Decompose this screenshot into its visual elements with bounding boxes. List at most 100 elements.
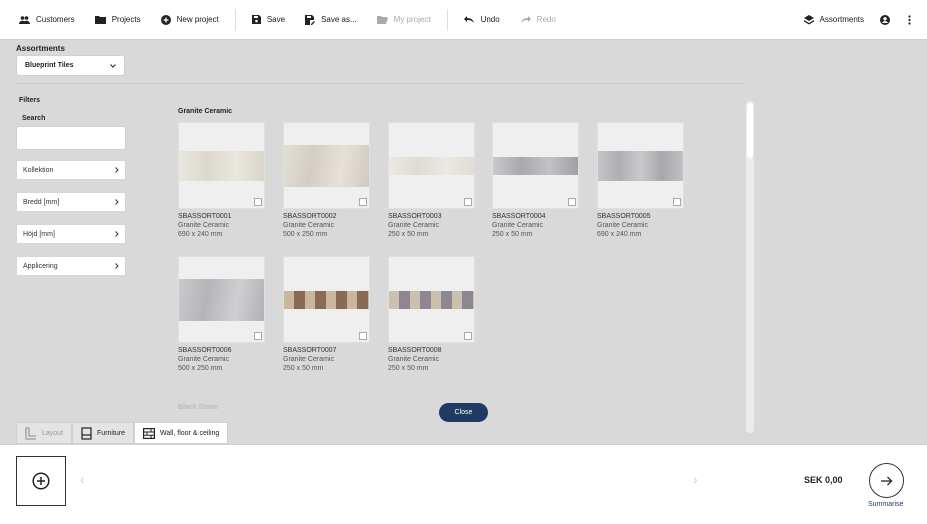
select-checkbox[interactable]	[359, 198, 367, 206]
filter-bredd[interactable]: Bredd [mm]	[16, 192, 126, 212]
filters-heading: Filters	[19, 97, 41, 104]
tile-size: 250 x 50 mm	[492, 231, 533, 238]
people-icon	[19, 15, 30, 24]
tile-swatch	[493, 157, 578, 175]
folder-open-icon	[376, 16, 388, 24]
tile-swatch	[389, 291, 474, 309]
top-toolbar: Customers Projects New project Save Save…	[0, 0, 927, 40]
tile-size: 690 x 240 mm	[178, 231, 223, 238]
chevron-right-icon	[115, 199, 119, 205]
arrow-right-icon	[880, 476, 892, 485]
tile-card[interactable]: SBASSORT0008 Granite Ceramic 250 x 50 mm	[388, 256, 475, 373]
tile-code: SBASSORT0002	[283, 213, 337, 220]
save-as-label: Save as...	[321, 15, 357, 24]
assortment-select[interactable]: Blueprint Tiles	[16, 55, 125, 76]
layout-icon	[25, 426, 36, 440]
summarise-button[interactable]	[869, 463, 904, 498]
tile-image	[492, 122, 579, 209]
select-checkbox[interactable]	[673, 198, 681, 206]
tile-card[interactable]: SBASSORT0007 Granite Ceramic 250 x 50 mm	[283, 256, 370, 373]
search-label: Search	[22, 115, 46, 122]
tile-image	[597, 122, 684, 209]
furniture-icon	[81, 426, 92, 440]
folder-icon	[94, 16, 106, 24]
select-checkbox[interactable]	[568, 198, 576, 206]
save-as-icon	[305, 14, 316, 25]
tile-card[interactable]: SBASSORT0005 Granite Ceramic 690 x 240 m…	[597, 122, 684, 239]
tile-swatch	[598, 151, 683, 181]
tile-collection: Granite Ceramic	[178, 356, 229, 363]
tile-swatch	[179, 279, 264, 321]
scrollbar-thumb[interactable]	[747, 103, 753, 158]
select-checkbox[interactable]	[359, 332, 367, 340]
add-circle-icon	[160, 14, 171, 25]
redo-button[interactable]: Redo	[510, 0, 566, 40]
save-as-button[interactable]: Save as...	[295, 0, 367, 40]
total-price: SEK 0,00	[804, 475, 843, 485]
tile-collection: Granite Ceramic	[388, 222, 439, 229]
filter-hojd[interactable]: Höjd [mm]	[16, 224, 126, 244]
chevron-right-icon[interactable]: ›	[693, 471, 698, 487]
chevron-right-icon	[115, 231, 119, 237]
tile-image	[283, 122, 370, 209]
layers-icon	[803, 14, 814, 24]
redo-label: Redo	[536, 15, 556, 24]
redo-icon	[520, 16, 531, 23]
select-checkbox[interactable]	[464, 198, 472, 206]
summarise-label[interactable]: Summarise	[868, 501, 903, 508]
tile-collection: Granite Ceramic	[283, 222, 334, 229]
undo-icon	[463, 16, 474, 23]
filter-applicering[interactable]: Applicering	[16, 256, 126, 276]
my-project-button[interactable]: My project	[367, 0, 441, 40]
select-checkbox[interactable]	[254, 198, 262, 206]
toolbar-divider	[446, 8, 448, 31]
add-circle-outline-icon	[32, 472, 50, 490]
customers-label: Customers	[36, 15, 75, 24]
tile-size: 500 x 250 mm	[283, 231, 328, 238]
tile-card[interactable]: SBASSORT0002 Granite Ceramic 500 x 250 m…	[283, 122, 370, 239]
undo-button[interactable]: Undo	[454, 0, 510, 40]
tab-furniture[interactable]: Furniture	[72, 422, 135, 444]
add-item-button[interactable]	[16, 456, 66, 506]
filter-kollektion[interactable]: Kollektion	[16, 160, 126, 180]
tile-size: 250 x 50 mm	[388, 365, 429, 372]
customers-button[interactable]: Customers	[0, 0, 85, 40]
tile-image	[388, 122, 475, 209]
more-menu-button[interactable]	[902, 0, 927, 40]
tile-code: SBASSORT0008	[388, 347, 442, 354]
tile-card[interactable]: SBASSORT0001 Granite Ceramic 690 x 240 m…	[178, 122, 265, 239]
tile-code: SBASSORT0003	[388, 213, 442, 220]
tile-size: 250 x 50 mm	[283, 365, 324, 372]
wall-tiles-icon	[143, 427, 156, 439]
assortments-label: Assortments	[819, 15, 864, 24]
divider	[16, 83, 744, 84]
tile-swatch	[284, 291, 369, 309]
tile-swatch	[179, 151, 264, 181]
assortments-button[interactable]: Assortments	[794, 0, 874, 40]
chevron-left-icon[interactable]: ‹	[80, 471, 85, 487]
tile-card[interactable]: SBASSORT0004 Granite Ceramic 250 x 50 mm	[492, 122, 579, 239]
next-section-title: Black Stone	[178, 404, 219, 411]
projects-button[interactable]: Projects	[85, 0, 151, 40]
tab-layout[interactable]: Layout	[16, 422, 73, 444]
tile-image	[283, 256, 370, 343]
more-vertical-icon	[908, 14, 911, 25]
tile-collection: Granite Ceramic	[178, 222, 229, 229]
tab-wall-floor-ceiling[interactable]: Wall, floor & ceiling	[134, 422, 229, 444]
search-input[interactable]	[16, 126, 126, 150]
select-checkbox[interactable]	[464, 332, 472, 340]
assortment-select-value: Blueprint Tiles	[25, 62, 74, 69]
close-button[interactable]: Close	[439, 403, 488, 422]
new-project-label: New project	[176, 15, 219, 24]
account-icon	[880, 14, 890, 25]
tile-code: SBASSORT0004	[492, 213, 546, 220]
tile-size: 250 x 50 mm	[388, 231, 429, 238]
tile-card[interactable]: SBASSORT0003 Granite Ceramic 250 x 50 mm	[388, 122, 475, 239]
save-button[interactable]: Save	[242, 0, 295, 40]
new-project-button[interactable]: New project	[151, 0, 229, 40]
filter-label: Bredd [mm]	[23, 198, 60, 206]
tile-code: SBASSORT0001	[178, 213, 232, 220]
tile-card[interactable]: SBASSORT0006 Granite Ceramic 500 x 250 m…	[178, 256, 265, 373]
select-checkbox[interactable]	[254, 332, 262, 340]
account-button[interactable]	[874, 0, 902, 40]
